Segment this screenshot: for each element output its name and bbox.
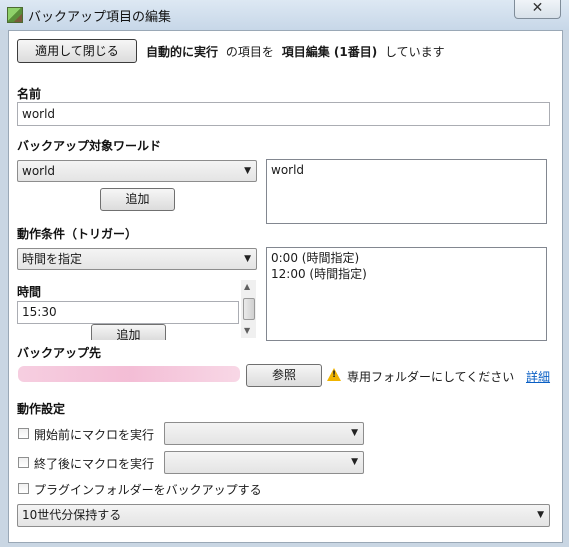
scroll-down-icon[interactable]: ▼: [244, 326, 250, 335]
edit-label: 項目編集 (1番目): [281, 45, 378, 59]
trigger-label: 動作条件（トリガー）: [17, 227, 138, 241]
chevron-down-icon: ▼: [351, 428, 358, 438]
pre-macro-checkbox[interactable]: [18, 428, 29, 439]
list-item[interactable]: 0:00 (時間指定): [271, 250, 542, 266]
plugin-backup-checkbox[interactable]: [18, 483, 29, 494]
details-link[interactable]: 詳細: [526, 368, 550, 385]
behavior-label: 動作設定: [17, 402, 66, 416]
generations-select-value: 10世代分保持する: [22, 508, 122, 522]
destination-label: バックアップ先: [17, 346, 102, 360]
chevron-down-icon: ▼: [537, 510, 544, 520]
time-input[interactable]: 15:30: [17, 301, 239, 324]
scroll-up-icon[interactable]: ▲: [244, 282, 250, 291]
trigger-select-value: 時間を指定: [22, 252, 83, 266]
plugin-backup-label[interactable]: プラグインフォルダーをバックアップする: [34, 481, 262, 498]
scrollbar-thumb[interactable]: [243, 298, 255, 320]
post-macro-select[interactable]: ▼: [164, 451, 364, 474]
name-label: 名前: [17, 87, 42, 101]
pre-macro-label[interactable]: 開始前にマクロを実行: [34, 426, 154, 443]
window-title: バックアップ項目の編集: [28, 10, 172, 25]
target-world-select-value: world: [22, 164, 56, 178]
post-macro-checkbox[interactable]: [18, 457, 29, 468]
chevron-down-icon: ▼: [244, 254, 251, 264]
chevron-down-icon: ▼: [351, 457, 358, 467]
mode-label: 自動的に実行: [146, 45, 219, 59]
trigger-select[interactable]: 時間を指定 ▼: [17, 248, 257, 270]
trigger-list[interactable]: 0:00 (時間指定) 12:00 (時間指定): [266, 247, 547, 341]
status-text-part2: しています: [385, 45, 445, 59]
destination-warning: 専用フォルダーにしてください: [347, 370, 515, 384]
list-item[interactable]: world: [271, 162, 542, 178]
generations-select[interactable]: 10世代分保持する ▼: [17, 504, 550, 527]
title-bar: バックアップ項目の編集 ✕: [0, 0, 569, 30]
trigger-panel-scrollbar[interactable]: ▲ ▼: [241, 280, 256, 338]
target-world-select[interactable]: world ▼: [17, 160, 257, 182]
list-item[interactable]: 12:00 (時間指定): [271, 266, 542, 282]
app-icon: [7, 7, 23, 23]
warning-icon-mark: !: [332, 370, 337, 380]
post-macro-label[interactable]: 終了後にマクロを実行: [34, 455, 154, 472]
add-world-button[interactable]: 追加: [100, 188, 175, 211]
close-button[interactable]: ✕: [514, 0, 561, 19]
status-text: 自動的に実行 の項目を 項目編集 (1番目) しています: [146, 43, 445, 60]
name-input[interactable]: world: [17, 102, 550, 126]
apply-and-close-button[interactable]: 適用して閉じる: [17, 39, 137, 63]
target-world-label: バックアップ対象ワールド: [17, 139, 162, 153]
time-label: 時間: [17, 285, 42, 299]
status-text-part1: の項目を: [225, 45, 274, 59]
chevron-down-icon: ▼: [244, 166, 251, 176]
destination-path-redacted[interactable]: [18, 366, 240, 382]
add-trigger-button[interactable]: 追加: [91, 324, 166, 340]
browse-button[interactable]: 参照: [246, 364, 322, 387]
target-world-list[interactable]: world: [266, 159, 547, 224]
pre-macro-select[interactable]: ▼: [164, 422, 364, 445]
